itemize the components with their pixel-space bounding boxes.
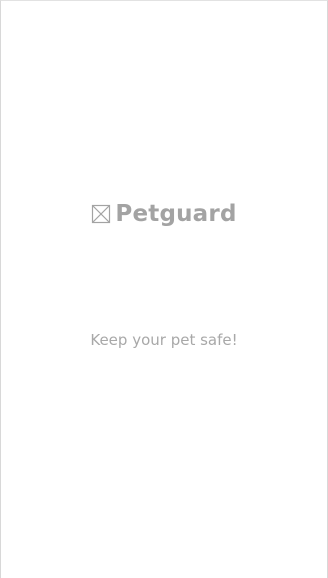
- app-logo: Petguard: [1, 199, 327, 229]
- tagline: Keep your pet safe!: [90, 331, 238, 349]
- app-name: Petguard: [115, 201, 237, 227]
- splash-screen: Petguard Keep your pet safe!: [0, 0, 328, 578]
- broken-image-icon: [91, 204, 111, 224]
